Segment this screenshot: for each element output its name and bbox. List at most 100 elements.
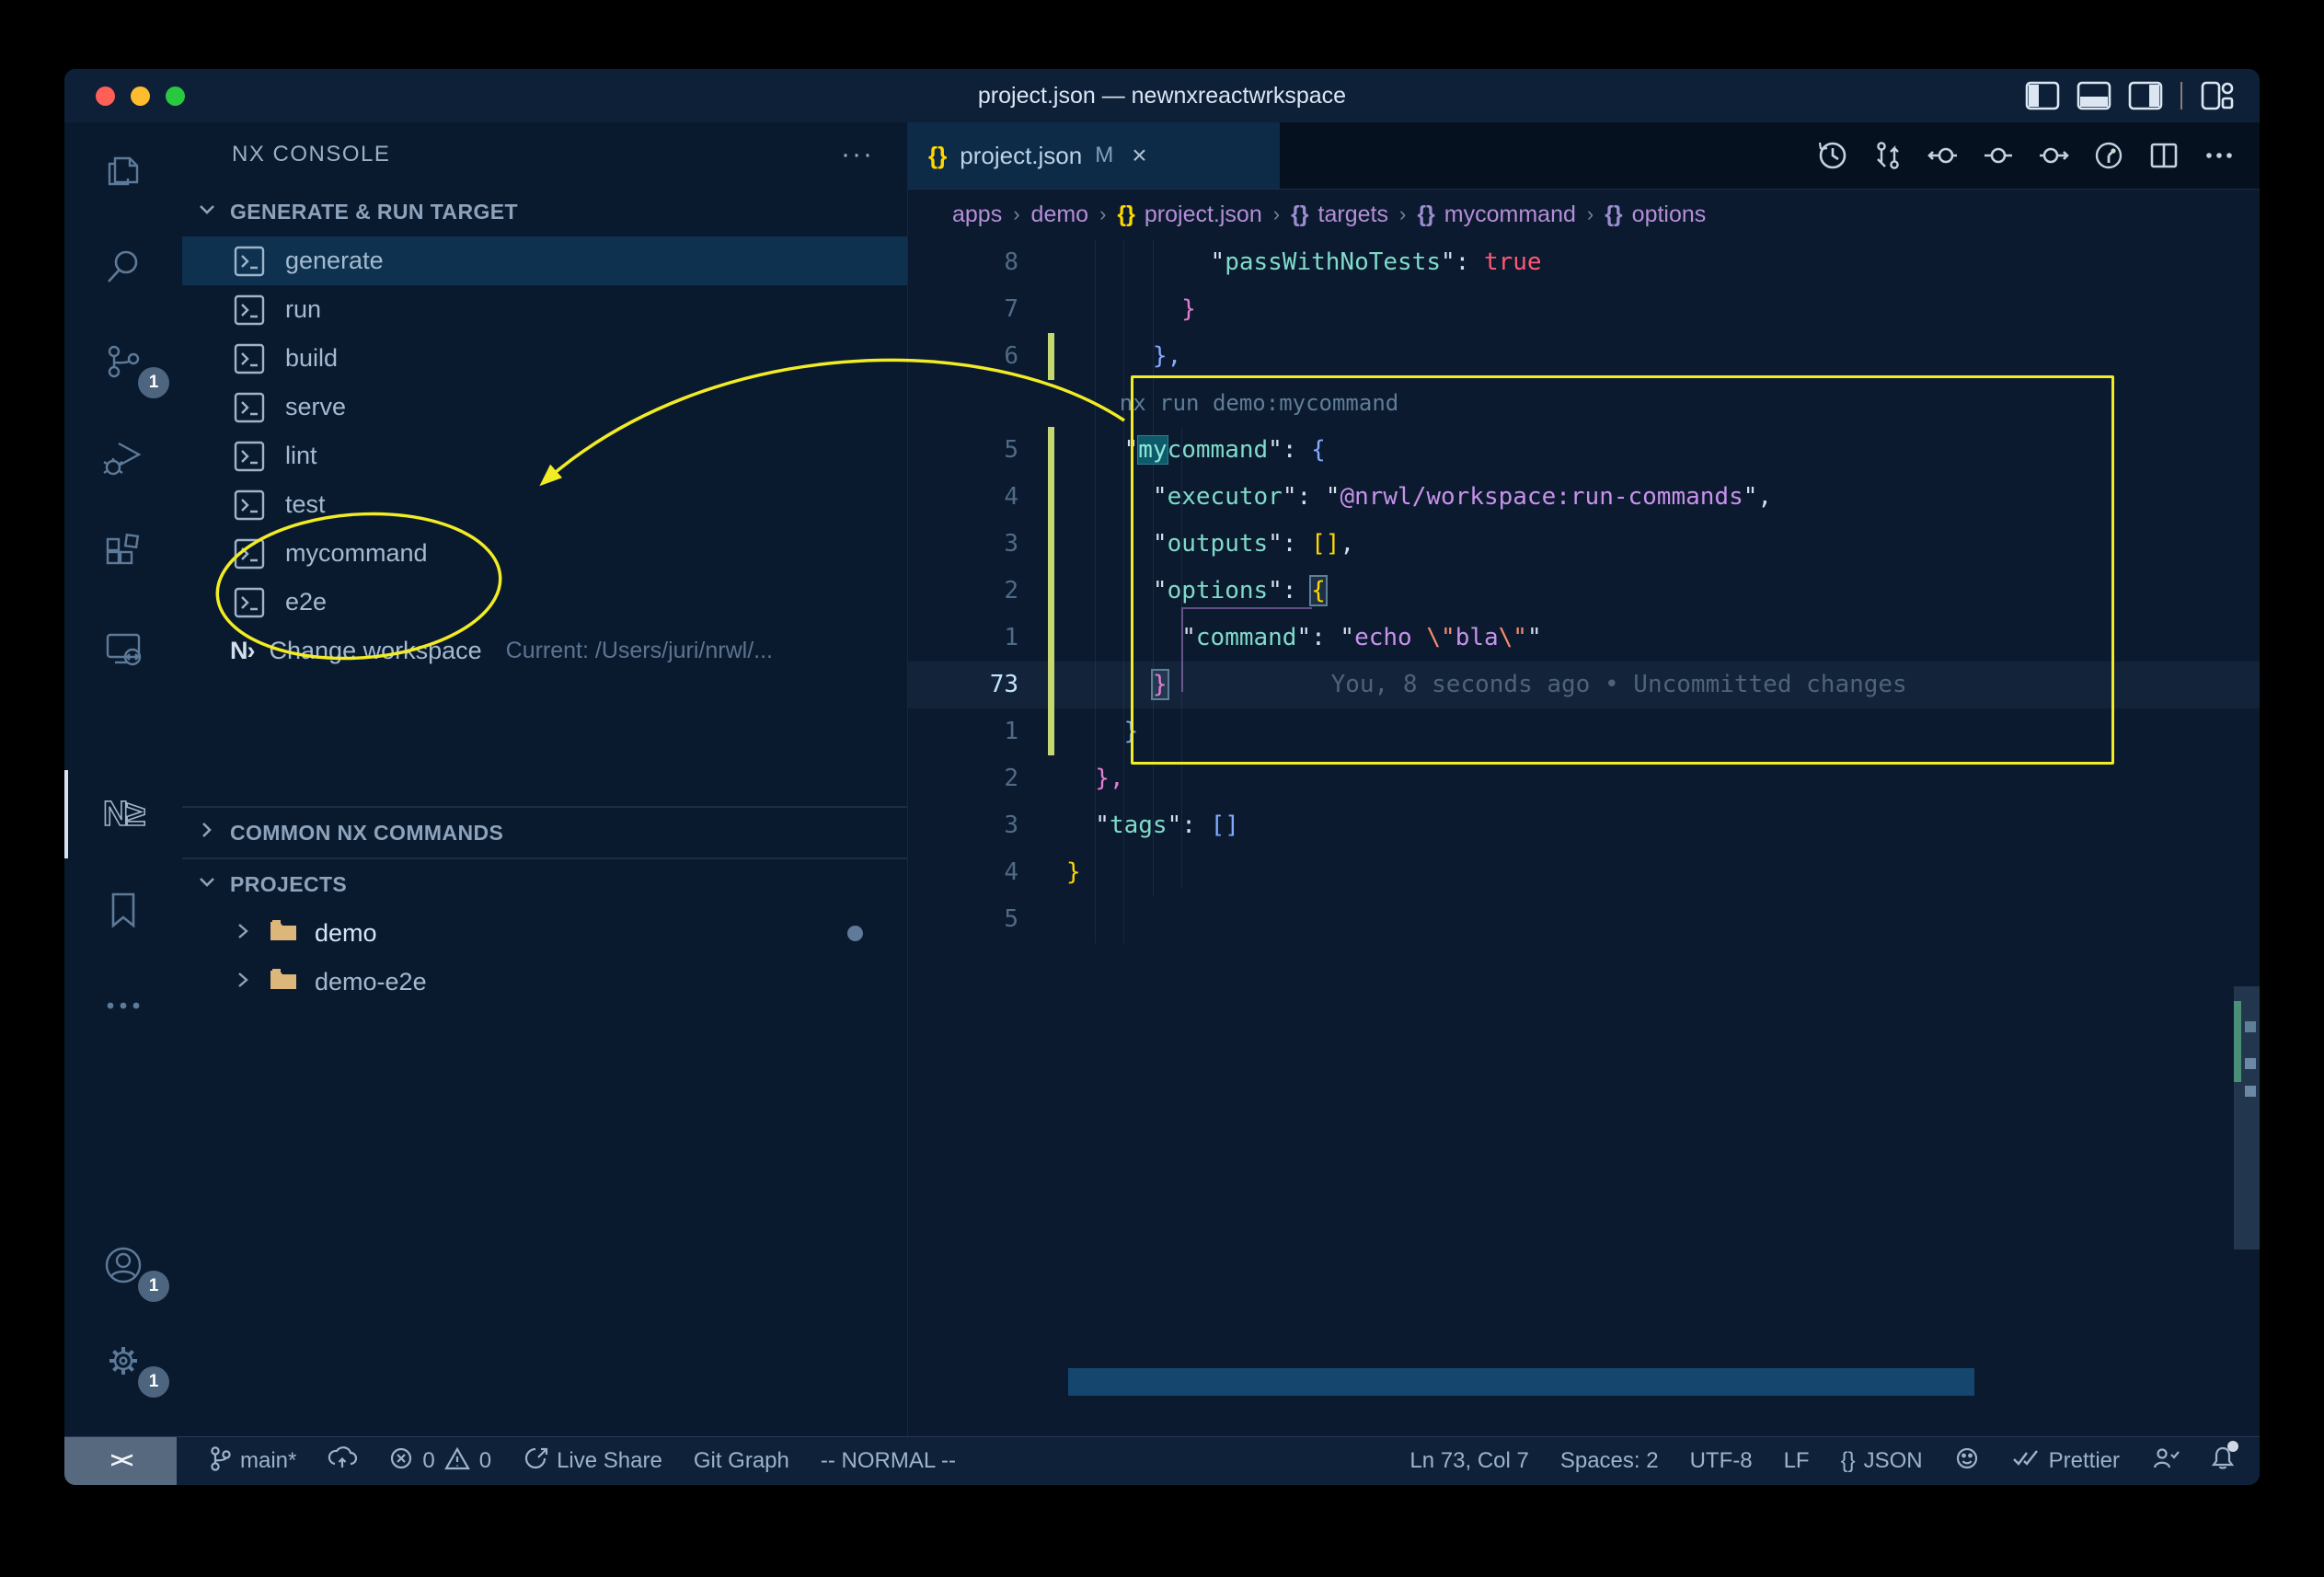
target-list: generaterunbuild serve linttestmycommande2… bbox=[182, 236, 907, 627]
code-line[interactable]: 2 "options": { bbox=[908, 568, 2260, 615]
more-actions-icon[interactable] bbox=[2195, 132, 2243, 179]
toggle-secondary-sidebar-icon[interactable] bbox=[2129, 82, 2162, 109]
chevron-right-icon[interactable] bbox=[234, 970, 252, 996]
more-views-icon[interactable] bbox=[64, 958, 182, 1053]
breadcrumb-mycommand[interactable]: {}mycommand bbox=[1417, 201, 1576, 228]
sync-item[interactable] bbox=[328, 1445, 357, 1478]
sidebar-item-build[interactable]: build bbox=[182, 334, 907, 383]
breadcrumb-label: targets bbox=[1318, 201, 1388, 228]
code-line[interactable]: 2 }, bbox=[908, 755, 2260, 802]
accounts-icon[interactable]: 1 bbox=[64, 1217, 182, 1313]
live-share-item[interactable]: Live Share bbox=[523, 1445, 662, 1478]
breadcrumb-options[interactable]: {}options bbox=[1605, 201, 1706, 228]
line-number: 6 bbox=[908, 333, 1018, 380]
project-item-demo-e2e[interactable]: demo-e2e bbox=[182, 958, 907, 1007]
sidebar-item-test[interactable]: test bbox=[182, 480, 907, 529]
code-line[interactable]: 7 } bbox=[908, 286, 2260, 333]
remote-explorer-icon[interactable] bbox=[64, 601, 182, 696]
notifications-item[interactable] bbox=[2210, 1445, 2236, 1479]
cursor-position[interactable]: Ln 73, Col 7 bbox=[1409, 1448, 1528, 1474]
previous-change-icon[interactable] bbox=[1919, 132, 1967, 179]
breadcrumb-demo[interactable]: demo bbox=[1031, 201, 1089, 228]
sidebar-item-change-workspace[interactable]: N› Change workspace Current: /Users/juri… bbox=[182, 627, 907, 675]
code-line[interactable]: 8 "passWithNoTests": true bbox=[908, 239, 2260, 286]
tab-close-icon[interactable]: × bbox=[1132, 141, 1146, 170]
git-graph-item[interactable]: Git Graph bbox=[694, 1448, 789, 1474]
change-workspace-label: Change workspace bbox=[270, 637, 482, 665]
codelens-run-command[interactable]: nx run demo:mycommand bbox=[1066, 390, 1398, 416]
current-change-icon[interactable] bbox=[1974, 132, 2022, 179]
tab-project-json[interactable]: {} project.json M × bbox=[908, 122, 1280, 189]
line-number: 2 bbox=[908, 568, 1018, 615]
extensions-icon[interactable] bbox=[64, 505, 182, 601]
encoding[interactable]: UTF-8 bbox=[1690, 1448, 1753, 1474]
code-line[interactable]: 3 "outputs": [], bbox=[908, 521, 2260, 568]
git-branch-item[interactable]: main* bbox=[208, 1445, 296, 1479]
code-token: " bbox=[1066, 248, 1225, 276]
sidebar-more-actions-icon[interactable]: ··· bbox=[841, 139, 874, 170]
code-editor[interactable]: 8 "passWithNoTests": true7 }6 }, nx run … bbox=[908, 239, 2260, 1436]
eol-sequence[interactable]: LF bbox=[1784, 1448, 1810, 1474]
search-icon[interactable] bbox=[64, 218, 182, 314]
sidebar-item-mycommand[interactable]: mycommand bbox=[182, 529, 907, 578]
toggle-sidebar-icon[interactable] bbox=[2026, 82, 2059, 109]
sidebar-item-run[interactable]: run bbox=[182, 285, 907, 334]
breadcrumb-label: demo bbox=[1031, 201, 1089, 228]
live-share-contact-item[interactable] bbox=[2151, 1445, 2179, 1478]
run-debug-icon[interactable] bbox=[64, 409, 182, 505]
code-line[interactable]: 4 "executor": "@nrwl/workspace:run-comma… bbox=[908, 474, 2260, 521]
target-label: serve bbox=[285, 393, 346, 421]
vim-mode-indicator[interactable]: -- NORMAL -- bbox=[821, 1448, 956, 1474]
split-editor-icon[interactable] bbox=[2140, 132, 2188, 179]
gitlens-timeline-icon[interactable] bbox=[2085, 132, 2133, 179]
git-blame-annotation: You, 8 seconds ago • Uncommitted changes bbox=[1331, 671, 1907, 698]
line-number: 2 bbox=[908, 755, 1018, 802]
prettier-item[interactable]: Prettier bbox=[2011, 1446, 2120, 1477]
breadcrumb-project.json[interactable]: {}project.json bbox=[1117, 201, 1261, 228]
timeline-history-icon[interactable] bbox=[1809, 132, 1857, 179]
compare-changes-icon[interactable] bbox=[1864, 132, 1912, 179]
code-line[interactable]: 3 "tags": [] bbox=[908, 802, 2260, 849]
language-mode[interactable]: {} JSON bbox=[1841, 1448, 1923, 1474]
desktop: { "window_title": "project.json — newnxr… bbox=[0, 0, 2324, 1577]
problems-item[interactable]: 0 0 bbox=[388, 1445, 491, 1478]
code-token: command bbox=[1168, 436, 1269, 464]
breadcrumb-targets[interactable]: {}targets bbox=[1291, 201, 1388, 228]
indentation[interactable]: Spaces: 2 bbox=[1560, 1448, 1659, 1474]
json-braces-icon: {} bbox=[1417, 201, 1434, 228]
section-generate-run-target[interactable]: GENERATE & RUN TARGET bbox=[182, 187, 907, 236]
sidebar-item-e2e[interactable]: e2e bbox=[182, 578, 907, 627]
gutter-modified-indicator bbox=[1048, 427, 1054, 474]
remote-indicator[interactable]: >< bbox=[64, 1437, 177, 1485]
horizontal-scrollbar[interactable] bbox=[1068, 1368, 1974, 1396]
source-control-icon[interactable]: 1 bbox=[64, 314, 182, 409]
code-line[interactable]: 5 "mycommand": { bbox=[908, 427, 2260, 474]
next-change-icon[interactable] bbox=[2030, 132, 2077, 179]
sidebar-item-generate[interactable]: generate bbox=[182, 236, 907, 285]
code-line[interactable]: 5 bbox=[908, 896, 2260, 943]
explorer-icon[interactable] bbox=[64, 122, 182, 218]
nx-console-icon[interactable]: N≥ bbox=[64, 766, 182, 862]
gutter-modified-indicator bbox=[1048, 662, 1054, 708]
terminal-icon bbox=[234, 392, 265, 423]
code-token: }, bbox=[1066, 765, 1124, 792]
code-line[interactable]: 1 "command": "echo \"bla\"" bbox=[908, 615, 2260, 662]
sidebar-item-lint[interactable]: lint bbox=[182, 432, 907, 480]
project-item-demo[interactable]: demo bbox=[182, 909, 907, 958]
customize-layout-icon[interactable] bbox=[2201, 81, 2234, 110]
settings-gear-icon[interactable]: 1 bbox=[64, 1313, 182, 1409]
code-line[interactable]: 73 }You, 8 seconds ago • Uncommitted cha… bbox=[908, 662, 2260, 708]
gutter-modified-indicator bbox=[1048, 568, 1054, 615]
section-projects[interactable]: PROJECTS bbox=[182, 858, 907, 909]
code-line[interactable]: 6 }, bbox=[908, 333, 2260, 380]
sidebar-item-serve[interactable]: serve bbox=[182, 383, 907, 432]
code-line[interactable]: 1 } bbox=[908, 708, 2260, 755]
toggle-panel-icon[interactable] bbox=[2077, 82, 2111, 109]
breadcrumb-apps[interactable]: apps bbox=[952, 201, 1002, 228]
codelens-row[interactable]: nx run demo:mycommand bbox=[908, 380, 2260, 427]
chevron-right-icon[interactable] bbox=[234, 921, 252, 947]
section-common-nx-commands[interactable]: COMMON NX COMMANDS bbox=[182, 806, 907, 858]
feedback-smiley-item[interactable] bbox=[1954, 1445, 1980, 1478]
bookmarks-icon[interactable] bbox=[64, 862, 182, 958]
code-line[interactable]: 4} bbox=[908, 849, 2260, 896]
